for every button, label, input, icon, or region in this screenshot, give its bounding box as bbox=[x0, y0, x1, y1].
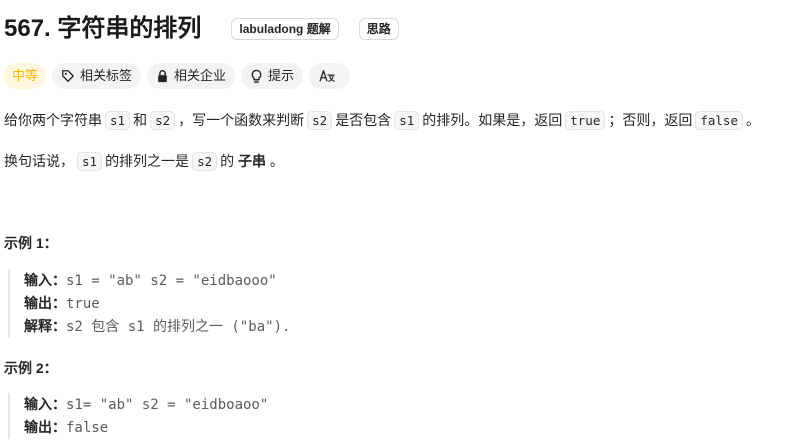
lock-icon bbox=[158, 70, 167, 83]
output-label: 输出： bbox=[24, 419, 66, 435]
problem-meta-chips: 中等 相关标签 相关企业 提示 bbox=[4, 63, 356, 89]
text: ；否则，返回 bbox=[608, 112, 693, 128]
text: 和 bbox=[133, 112, 148, 128]
related-companies-button[interactable]: 相关企业 bbox=[147, 63, 236, 89]
text: 的排列。如果是，返回 bbox=[422, 112, 563, 128]
difficulty-label: 中等 bbox=[12, 68, 39, 83]
hint-button[interactable]: 提示 bbox=[241, 63, 304, 89]
translate-button[interactable] bbox=[309, 63, 351, 89]
example-1-input: 输入：s1 = "ab" s2 = "eidbaooo" bbox=[24, 269, 290, 292]
difficulty-badge: 中等 bbox=[4, 63, 47, 89]
example-1-output: 输出：true bbox=[24, 292, 290, 315]
example-2-input: 输入：s1= "ab" s2 = "eidboaoo" bbox=[24, 393, 268, 416]
hint-label: 提示 bbox=[268, 68, 295, 83]
related-tags-button[interactable]: 相关标签 bbox=[52, 63, 142, 89]
text: 。 bbox=[269, 153, 284, 169]
text: 的 bbox=[220, 153, 235, 169]
lightbulb-icon bbox=[251, 69, 262, 83]
text: 给你两个字符串 bbox=[4, 112, 102, 128]
inline-code: s2 bbox=[307, 111, 333, 130]
description-paragraph-2: 换句话说， s1 的排列之一是 s2 的 子串 。 bbox=[4, 149, 284, 174]
related-companies-label: 相关企业 bbox=[174, 68, 227, 83]
bold-text: 子串 bbox=[238, 153, 267, 169]
description-paragraph-1: 给你两个字符串 s1 和 s2 ，写一个函数来判断 s2 是否包含 s1 的排列。如果是，返回 t… bbox=[4, 108, 760, 133]
output-value: false bbox=[66, 420, 109, 436]
text: ，写一个函数来判断 bbox=[178, 112, 305, 128]
output-value: true bbox=[66, 296, 100, 312]
tag-icon bbox=[62, 70, 74, 82]
output-label: 输出： bbox=[24, 295, 66, 311]
example-1-explain: 解释：s2 包含 s1 的排列之一 ("ba"). bbox=[24, 315, 290, 338]
translate-icon bbox=[319, 70, 335, 82]
inline-code: true bbox=[565, 111, 606, 130]
example-2-title: 示例 2： bbox=[4, 360, 58, 376]
text: 换句话说， bbox=[4, 153, 74, 169]
inline-code: s1 bbox=[105, 111, 131, 130]
example-2-block: 输入：s1= "ab" s2 = "eidboaoo" 输出：false bbox=[8, 393, 268, 439]
input-label: 输入： bbox=[24, 396, 66, 412]
inline-code: s2 bbox=[192, 152, 218, 171]
inline-code: s1 bbox=[77, 152, 103, 171]
solution-tag-button[interactable]: labuladong 题解 bbox=[231, 18, 339, 40]
problem-title[interactable]: 567. 字符串的排列 bbox=[4, 14, 201, 44]
input-value: s1= "ab" s2 = "eidboaoo" bbox=[66, 397, 269, 413]
inline-code: s1 bbox=[394, 111, 420, 130]
title-row: 567. 字符串的排列 labuladong 题解 思路 bbox=[4, 14, 399, 44]
text: 是否包含 bbox=[335, 112, 392, 128]
explain-value: s2 包含 s1 的排列之一 ("ba"). bbox=[66, 319, 291, 335]
example-2-output: 输出：false bbox=[24, 416, 268, 439]
input-label: 输入： bbox=[24, 272, 66, 288]
text: 。 bbox=[746, 112, 760, 128]
input-value: s1 = "ab" s2 = "eidbaooo" bbox=[66, 273, 277, 289]
related-tags-label: 相关标签 bbox=[80, 68, 133, 83]
inline-code: false bbox=[695, 111, 743, 130]
explain-label: 解释： bbox=[24, 318, 66, 334]
example-1-title: 示例 1： bbox=[4, 235, 58, 251]
example-1-block: 输入：s1 = "ab" s2 = "eidbaooo" 输出：true 解释：s2… bbox=[8, 269, 290, 338]
idea-tag-button[interactable]: 思路 bbox=[358, 18, 399, 40]
inline-code: s2 bbox=[150, 111, 176, 130]
text: 的排列之一是 bbox=[105, 153, 190, 169]
